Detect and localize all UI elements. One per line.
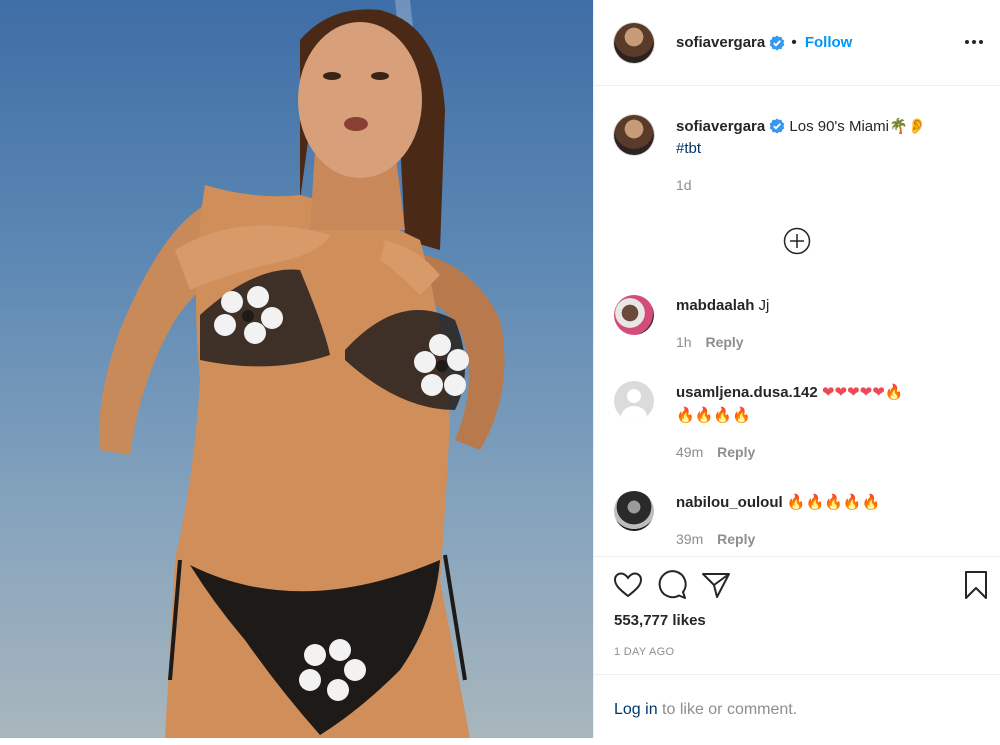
action-bar: 553,777 likes 1 DAY AGO [594,556,1000,675]
caption-time[interactable]: 1d [676,177,692,193]
comment-text: ❤❤❤❤❤🔥 [821,383,904,401]
verified-badge-icon [769,118,785,134]
commenter-avatar[interactable] [614,491,654,531]
comment-time[interactable]: 1h [676,334,692,350]
comment-icon[interactable] [656,569,688,601]
caption-emojis: 🌴👂 [888,117,927,135]
comment-username[interactable]: usamljena.dusa.142 [676,384,818,401]
reply-button[interactable]: Reply [705,334,743,350]
instagram-post: sofiavergara • Follow sofiavergara Los 9… [0,0,1000,738]
reply-button[interactable]: Reply [717,444,755,460]
comment-text: Jj [758,297,770,314]
post-date: 1 DAY AGO [614,646,675,658]
bookmark-icon[interactable] [960,569,992,601]
caption: sofiavergara Los 90's Miami🌴👂 #tbt 1d [614,115,984,196]
follow-button[interactable]: Follow [805,34,853,51]
comment-time[interactable]: 39m [676,531,703,547]
comment-item: nabilou_ouloul 🔥🔥🔥🔥🔥 39m Reply [614,491,984,550]
author-username[interactable]: sofiavergara [676,34,765,51]
separator-dot: • [791,33,797,51]
login-prompt-text: to like or comment. [657,701,798,718]
commenter-avatar[interactable] [614,295,654,335]
post-photo [99,0,505,738]
login-link[interactable]: Log in [614,701,658,718]
share-icon[interactable] [700,569,732,601]
caption-username[interactable]: sofiavergara [676,118,765,135]
reply-button[interactable]: Reply [717,531,755,547]
post-header: sofiavergara • Follow [594,0,1000,86]
comment-text: 🔥🔥🔥🔥🔥 [786,493,881,511]
comment-text-continued: 🔥🔥🔥🔥 [676,406,751,424]
caption-text: Los 90's Miami [789,118,889,135]
load-more-icon[interactable] [783,227,811,255]
comment-username[interactable]: mabdaalah [676,297,754,314]
commenter-avatar[interactable] [614,381,654,421]
comments-section: sofiavergara Los 90's Miami🌴👂 #tbt 1d ma… [594,87,1000,555]
post-sidebar: sofiavergara • Follow sofiavergara Los 9… [593,0,1000,738]
author-avatar[interactable] [614,115,654,155]
comment-item: usamljena.dusa.142 ❤❤❤❤❤🔥 🔥🔥🔥🔥 49m Reply [614,381,984,463]
comment-item: mabdaalah Jj 1h Reply [614,295,984,353]
login-prompt: Log in to like or comment. [594,674,1000,738]
caption-hashtag[interactable]: #tbt [676,140,701,157]
likes-count[interactable]: 553,777 likes [614,612,706,629]
heart-icon[interactable] [612,569,644,601]
more-options-icon[interactable] [960,28,988,56]
post-media[interactable] [0,0,593,738]
author-avatar[interactable] [614,22,654,63]
verified-badge-icon [769,35,785,50]
comment-username[interactable]: nabilou_ouloul [676,494,783,511]
comment-time[interactable]: 49m [676,444,703,460]
